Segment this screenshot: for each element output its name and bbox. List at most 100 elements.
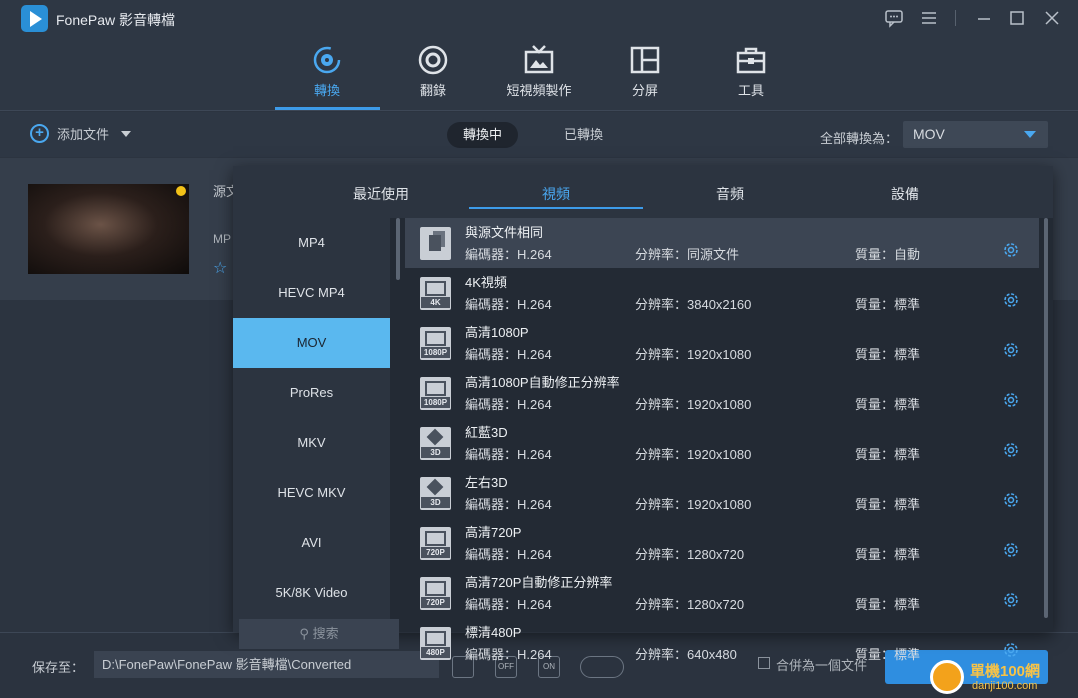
gear-icon[interactable]: [1002, 541, 1020, 559]
search-icon: ⚲: [299, 626, 309, 641]
preset-list-scrollbar[interactable]: [1044, 218, 1048, 618]
close-icon[interactable]: [1042, 8, 1062, 28]
preset-resolution: 分辨率：1920x1080: [635, 497, 752, 512]
preset-item[interactable]: 與源文件相同 編碼器：H.264 分辨率：同源文件 質量：自動: [405, 218, 1039, 268]
disc-icon: [417, 44, 449, 76]
watermark-title: 單機100網: [970, 663, 1041, 680]
feedback-icon[interactable]: [884, 8, 904, 28]
tab-short-video[interactable]: 短視頻製作: [489, 44, 589, 99]
tab-audio[interactable]: 音頻: [643, 184, 817, 204]
gear-icon[interactable]: [1002, 391, 1020, 409]
maximize-icon[interactable]: [1007, 8, 1027, 28]
preset-resolution: 分辨率：同源文件: [635, 247, 740, 262]
gear-icon[interactable]: [1002, 591, 1020, 609]
file-format-label: MP: [213, 232, 231, 246]
convert-all-label: 全部轉換為：: [820, 131, 899, 146]
tab-tools-label: 工具: [737, 83, 764, 98]
preset-item[interactable]: 3D 左右3D 編碼器：H.264 分辨率：1920x1080 質量：標準: [405, 468, 1039, 518]
save-to-label: 保存至：: [32, 660, 85, 675]
tab-video[interactable]: 視頻: [469, 184, 643, 204]
gear-icon[interactable]: [1002, 241, 1020, 259]
save-path-field[interactable]: D:\FonePaw\FonePaw 影音轉檔\Converted: [94, 651, 439, 678]
preset-item[interactable]: 4K 4K視頻 編碼器：H.264 分辨率：3840x2160 質量：標準: [405, 268, 1039, 318]
preset-name: 左右3D: [465, 475, 508, 490]
film-icon: 4K: [420, 277, 451, 310]
preset-name: 高清1080P自動修正分辨率: [465, 375, 620, 390]
tab-convert[interactable]: 轉換: [277, 44, 377, 99]
chevron-down-icon: [1024, 131, 1036, 138]
tab-tools[interactable]: 工具: [701, 44, 801, 99]
toolbox-icon: [735, 44, 767, 76]
format-item-mov[interactable]: MOV: [233, 318, 390, 368]
enhance-icon[interactable]: ☆: [213, 258, 227, 278]
preset-codec: 編碼器：H.264: [465, 297, 552, 312]
format-search-input[interactable]: ⚲ 搜索: [239, 619, 399, 649]
format-item-prores[interactable]: ProRes: [233, 368, 390, 418]
preset-resolution: 分辨率：1920x1080: [635, 347, 752, 362]
gear-icon[interactable]: [1002, 441, 1020, 459]
preset-item[interactable]: 1080P 高清1080P 編碼器：H.264 分辨率：1920x1080 質量…: [405, 318, 1039, 368]
converting-tab[interactable]: 轉換中: [447, 122, 519, 148]
format-list-scrollbar[interactable]: [396, 218, 400, 280]
cube-icon: 3D: [420, 477, 451, 510]
format-item-avi[interactable]: AVI: [233, 518, 390, 568]
convert-icon: [311, 44, 343, 76]
film-icon: 720P: [420, 577, 451, 610]
preset-name: 紅藍3D: [465, 425, 508, 440]
preset-item[interactable]: 1080P 高清1080P自動修正分辨率 編碼器：H.264 分辨率：1920x…: [405, 368, 1039, 418]
preset-quality: 質量：標準: [855, 497, 921, 512]
format-item-hevc-mkv[interactable]: HEVC MKV: [233, 468, 390, 518]
preset-item[interactable]: 720P 高清720P自動修正分辨率 編碼器：H.264 分辨率：1280x72…: [405, 568, 1039, 618]
tab-split-screen-label: 分屏: [631, 83, 658, 98]
gear-icon[interactable]: [1002, 491, 1020, 509]
preset-resolution: 分辨率：1920x1080: [635, 447, 752, 462]
tab-recent[interactable]: 最近使用: [294, 184, 468, 204]
gear-icon[interactable]: [1002, 341, 1020, 359]
tab-rip[interactable]: 翻錄: [383, 44, 483, 99]
site-watermark: 單機100網 danji100.com: [930, 660, 1070, 696]
preset-quality: 質量：標準: [855, 597, 921, 612]
preset-item[interactable]: 720P 高清720P 編碼器：H.264 分辨率：1280x720 質量：標準: [405, 518, 1039, 568]
format-item-mkv[interactable]: MKV: [233, 418, 390, 468]
preset-codec: 編碼器：H.264: [465, 447, 552, 462]
preset-quality: 質量：自動: [855, 247, 921, 262]
converted-tab[interactable]: 已轉換: [548, 122, 619, 148]
convert-all-select[interactable]: MOV: [903, 121, 1048, 148]
add-file-button[interactable]: + 添加文件: [30, 124, 132, 143]
preset-quality: 質量：標準: [855, 297, 921, 312]
film-icon: 1080P: [420, 327, 451, 360]
preset-name: 高清720P: [465, 525, 522, 540]
preset-name: 高清1080P: [465, 325, 529, 340]
format-item-5k8k[interactable]: 5K/8K Video: [233, 568, 390, 618]
tv-icon: [523, 44, 555, 76]
format-item-mp4[interactable]: MP4: [233, 218, 390, 268]
preset-codec: 編碼器：H.264: [465, 547, 552, 562]
tab-active-underline: [275, 107, 380, 110]
preset-quality: 質量：標準: [855, 397, 921, 412]
gear-icon[interactable]: [1002, 291, 1020, 309]
add-file-label: 添加文件: [57, 127, 110, 142]
preset-codec: 編碼器：H.264: [465, 597, 552, 612]
watermark-url: danji100.com: [972, 680, 1038, 692]
film-icon: 720P: [420, 527, 451, 560]
chevron-down-icon[interactable]: [121, 130, 132, 137]
minimize-icon[interactable]: [974, 8, 994, 28]
cube-icon: 3D: [420, 427, 451, 460]
video-thumbnail[interactable]: [28, 184, 189, 274]
watermark-logo-icon: [930, 660, 964, 694]
format-item-hevc-mp4[interactable]: HEVC MP4: [233, 268, 390, 318]
tab-rip-label: 翻錄: [419, 83, 446, 98]
gear-icon[interactable]: [1002, 641, 1020, 659]
preset-item[interactable]: 3D 紅藍3D 編碼器：H.264 分辨率：1920x1080 質量：標準: [405, 418, 1039, 468]
same-as-source-icon: [420, 227, 451, 260]
tab-device[interactable]: 設備: [818, 184, 992, 204]
format-tab-underline: [469, 207, 643, 209]
tab-short-video-label: 短視頻製作: [506, 83, 572, 98]
preset-item[interactable]: 480P 標清480P 編碼器：H.264 分辨率：640x480 質量：標準: [405, 618, 1039, 664]
split-screen-icon: [629, 44, 661, 76]
tab-split-screen[interactable]: 分屏: [595, 44, 695, 99]
menu-icon[interactable]: [919, 8, 939, 28]
film-icon: 1080P: [420, 377, 451, 410]
preset-codec: 編碼器：H.264: [465, 497, 552, 512]
preset-name: 4K視頻: [465, 275, 507, 290]
